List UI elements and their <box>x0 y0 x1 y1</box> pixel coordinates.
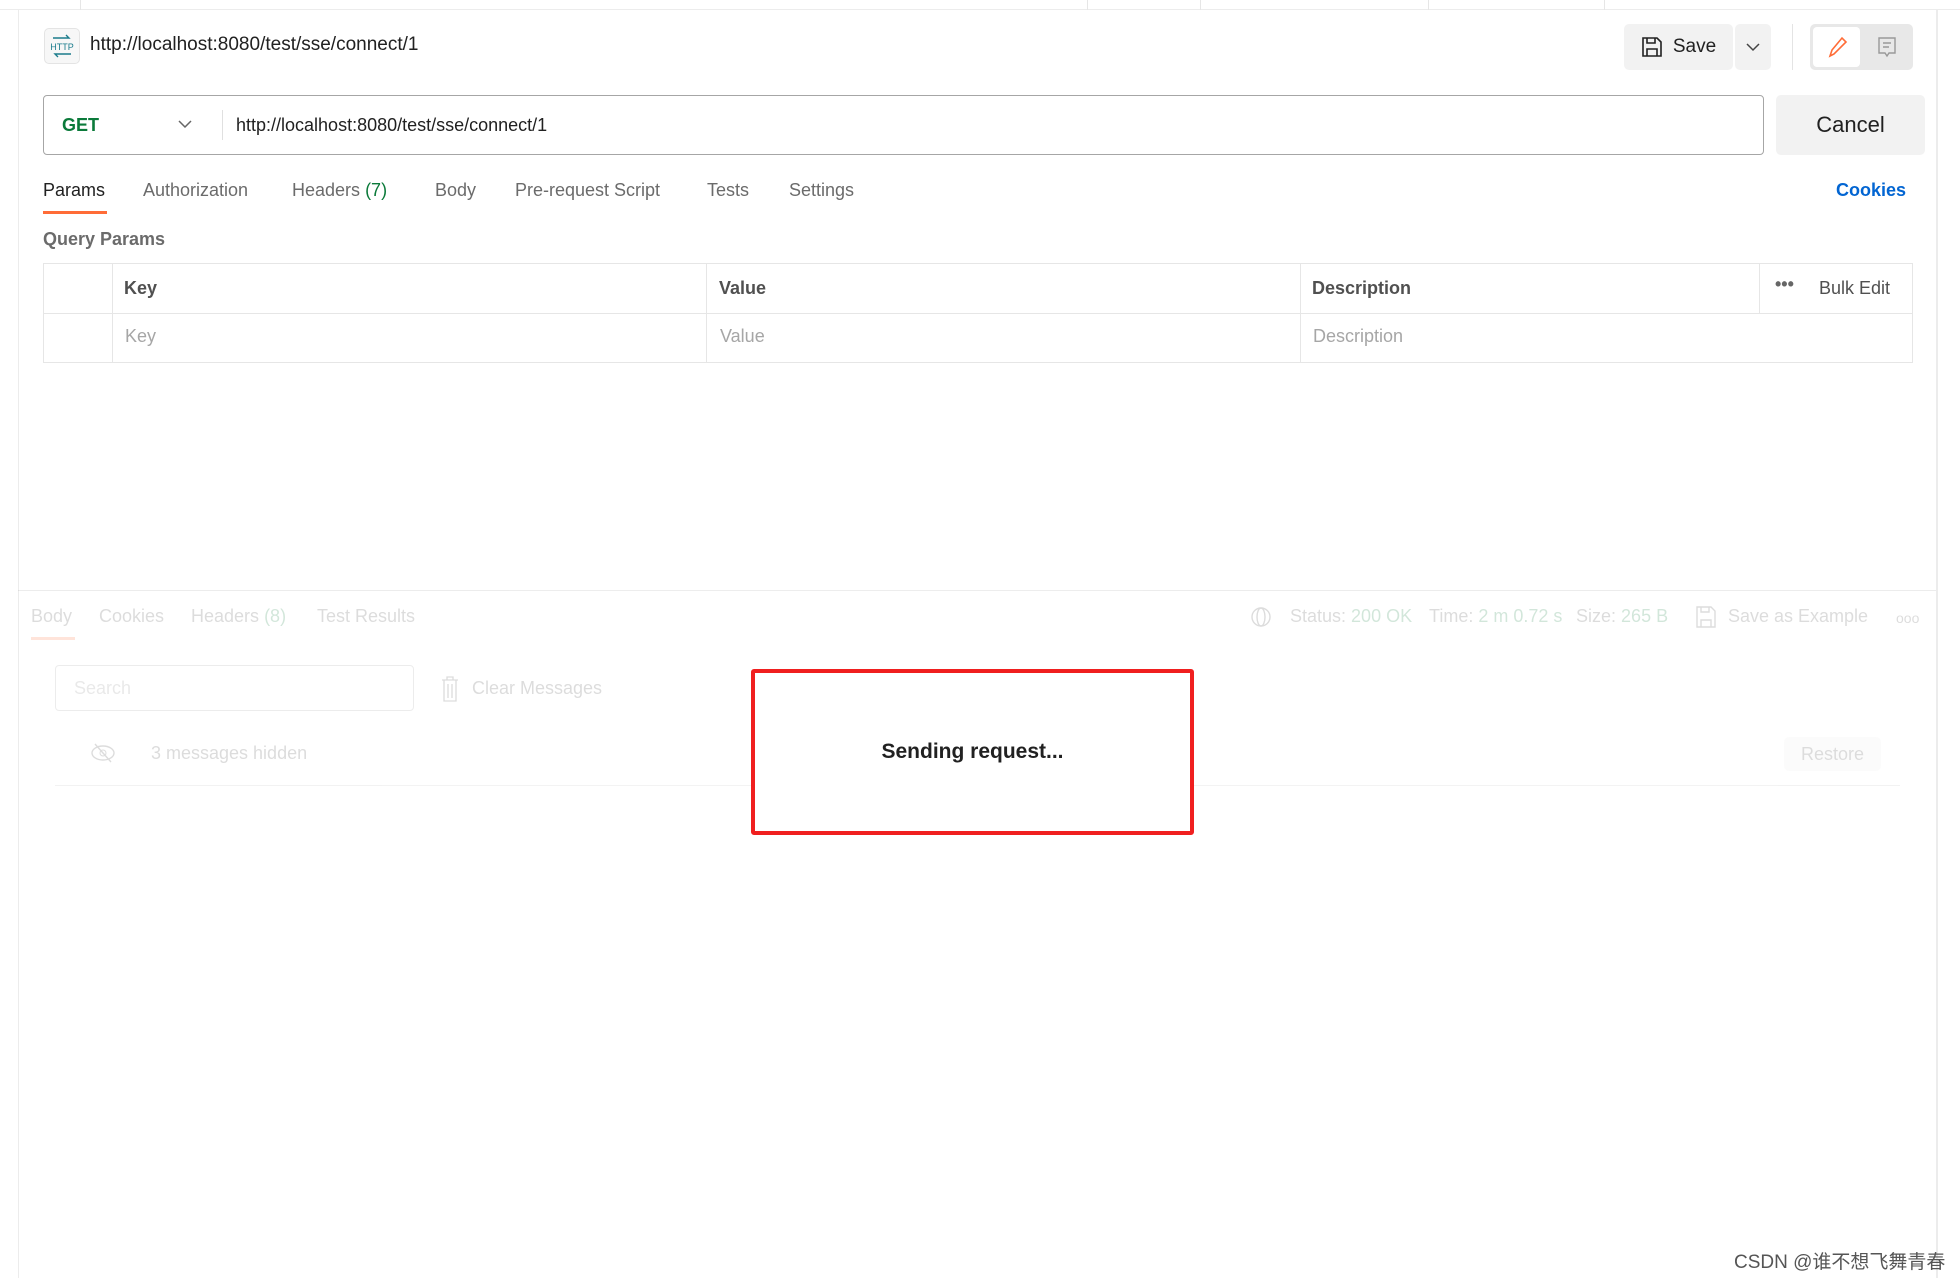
tab-divider <box>1604 0 1605 10</box>
col-divider <box>1759 264 1760 313</box>
method-select[interactable]: GET <box>62 115 99 136</box>
chevron-down-icon[interactable] <box>178 114 192 134</box>
response-tab-test-results[interactable]: Test Results <box>317 606 415 627</box>
http-icon: HTTP <box>44 28 80 64</box>
save-label: Save <box>1672 36 1717 57</box>
column-header-key: Key <box>124 278 158 298</box>
status: Status: 200 OK <box>1290 606 1412 627</box>
cancel-button[interactable]: Cancel <box>1776 95 1925 155</box>
divider <box>222 110 223 140</box>
col-divider <box>112 264 113 362</box>
tab-tests[interactable]: Tests <box>707 180 749 201</box>
tab-headers[interactable]: Headers (7) <box>292 180 387 201</box>
trash-icon <box>442 676 458 702</box>
value-input[interactable]: Value <box>720 326 765 347</box>
query-params-title: Query Params <box>43 229 166 249</box>
active-tab-indicator <box>43 211 107 214</box>
more-options-icon[interactable]: ooo <box>1896 610 1919 626</box>
url-bar: GET http://localhost:8080/test/sse/conne… <box>43 95 1764 155</box>
size: Size: 265 B <box>1576 606 1668 627</box>
col-divider <box>1300 264 1301 362</box>
cookies-link[interactable]: Cookies <box>1836 180 1906 201</box>
watermark: CSDN @谁不想飞舞青春 <box>1734 1252 1946 1273</box>
save-as-example-button[interactable]: Save as Example <box>1728 606 1868 627</box>
response-tab-body[interactable]: Body <box>31 606 72 627</box>
sending-request-text: Sending request... <box>881 740 1064 763</box>
tab-divider <box>1428 0 1429 10</box>
pencil-icon <box>1828 36 1847 58</box>
status-label: Status: <box>1290 606 1347 626</box>
comment-icon <box>1878 37 1896 58</box>
save-dropdown-button[interactable] <box>1735 24 1771 70</box>
column-header-description: Description <box>1312 278 1412 298</box>
divider <box>1792 24 1793 70</box>
save-button[interactable]: Save <box>1624 24 1733 70</box>
chevron-down-icon <box>1746 43 1760 52</box>
right-panel-border <box>1936 10 1938 1278</box>
sending-request-overlay: Sending request... <box>751 669 1194 835</box>
globe-icon <box>1251 607 1271 627</box>
tab-authorization[interactable]: Authorization <box>143 180 248 201</box>
tab-divider <box>80 0 81 10</box>
clear-messages-button[interactable]: Clear Messages <box>472 678 602 699</box>
column-header-value: Value <box>719 278 767 298</box>
headers-count: (8) <box>264 606 287 626</box>
svg-text:HTTP: HTTP <box>50 42 74 52</box>
row-divider <box>44 313 1912 314</box>
tab-strip <box>0 0 1960 10</box>
tab-label: Headers <box>191 606 260 626</box>
save-icon <box>1642 37 1662 57</box>
tab-params[interactable]: Params <box>43 180 105 201</box>
time-value: 2 m 0.72 s <box>1478 606 1563 626</box>
tab-divider <box>1200 0 1201 10</box>
request-title: http://localhost:8080/test/sse/connect/1 <box>90 34 419 55</box>
bulk-edit-button[interactable]: Bulk Edit <box>1819 278 1890 299</box>
size-label: Size: <box>1576 606 1617 626</box>
tab-pre-request-script[interactable]: Pre-request Script <box>515 180 660 201</box>
hidden-messages-text: 3 messages hidden <box>151 743 308 763</box>
response-tab-cookies[interactable]: Cookies <box>99 606 164 627</box>
key-input[interactable]: Key <box>125 326 156 347</box>
time: Time: 2 m 0.72 s <box>1429 606 1562 627</box>
restore-button[interactable]: Restore <box>1784 737 1881 771</box>
headers-count: (7) <box>365 180 388 200</box>
tab-settings[interactable]: Settings <box>789 180 854 201</box>
url-input[interactable]: http://localhost:8080/test/sse/connect/1 <box>236 115 547 136</box>
save-icon <box>1696 606 1716 628</box>
search-input[interactable]: Search <box>55 665 414 711</box>
tab-label: Headers <box>292 180 361 200</box>
more-options-icon[interactable]: ••• <box>1775 274 1794 295</box>
description-input[interactable]: Description <box>1313 326 1403 347</box>
tab-divider <box>1087 0 1088 10</box>
time-label: Time: <box>1429 606 1474 626</box>
query-params-table: Key Value Description ••• Bulk Edit Key … <box>43 263 1913 363</box>
response-tab-headers[interactable]: Headers (8) <box>191 606 286 627</box>
active-tab-indicator <box>31 637 75 640</box>
mode-toggle <box>1810 24 1913 70</box>
eye-off-icon <box>91 743 115 763</box>
divider <box>18 590 1936 591</box>
size-value: 265 B <box>1621 606 1669 626</box>
edit-mode-button[interactable] <box>1813 27 1860 67</box>
comments-mode-button[interactable] <box>1864 27 1910 67</box>
tab-body[interactable]: Body <box>435 180 476 201</box>
col-divider <box>706 264 707 362</box>
status-value: 200 OK <box>1351 606 1413 626</box>
